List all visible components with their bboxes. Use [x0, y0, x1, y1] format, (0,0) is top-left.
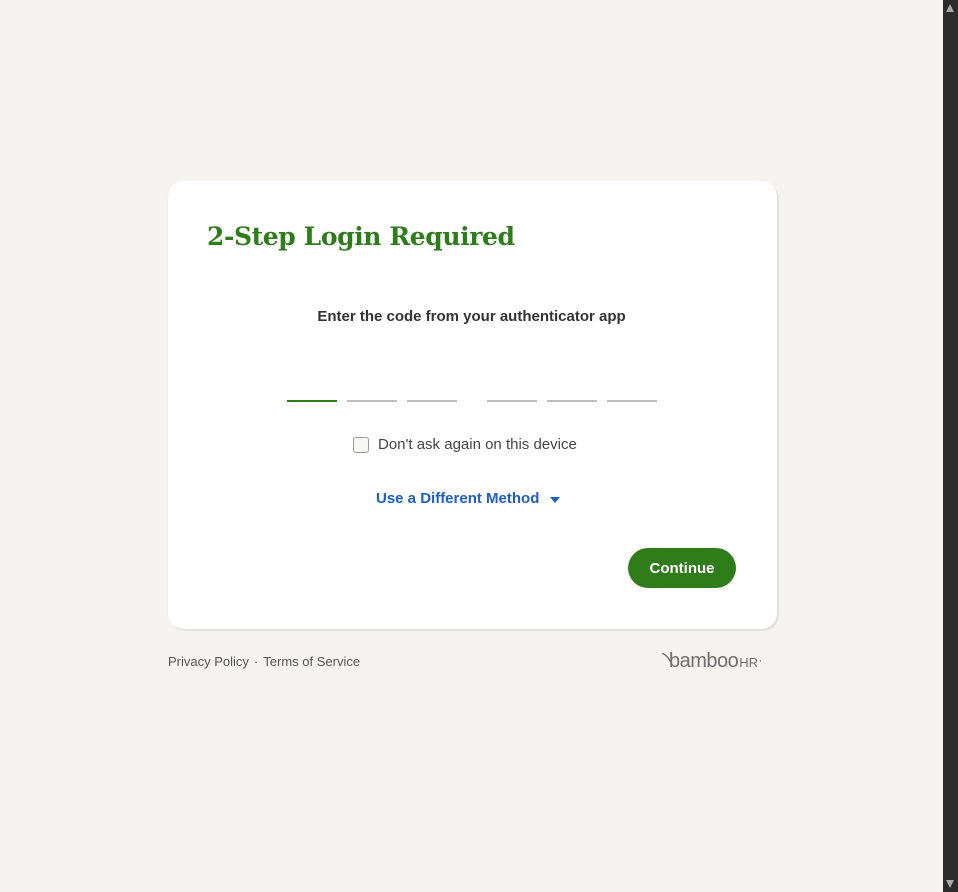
privacy-policy-link[interactable]: Privacy Policy [168, 654, 249, 669]
remember-device-checkbox[interactable] [353, 437, 369, 453]
code-group-first [287, 378, 457, 402]
logo-trademark: ’ [759, 659, 762, 670]
remember-device-label[interactable]: Don't ask again on this device [378, 435, 577, 455]
code-digit-1[interactable] [287, 378, 337, 402]
code-digit-6[interactable] [607, 378, 657, 402]
code-digit-5[interactable] [547, 378, 597, 402]
continue-button[interactable]: Continue [628, 548, 736, 588]
terms-of-service-link[interactable]: Terms of Service [263, 654, 360, 669]
login-card: 2-Step Login Required Enter the code fro… [168, 181, 777, 629]
logo-wordmark: bamboo [669, 650, 739, 672]
bamboohr-logo: bamboo HR ’ [661, 650, 761, 672]
code-group-second [487, 378, 657, 402]
bamboo-leaf-icon [662, 653, 672, 662]
scroll-down-icon[interactable] [946, 880, 954, 888]
page-title: 2-Step Login Required [207, 222, 515, 251]
remember-device-option[interactable]: Don't ask again on this device [353, 435, 577, 455]
caret-down-icon[interactable] [550, 497, 561, 503]
page-scrollbar[interactable] [943, 0, 958, 892]
footer-links: Privacy Policy · Terms of Service [168, 653, 360, 671]
code-digit-2[interactable] [347, 378, 397, 402]
footer-separator: · [253, 654, 259, 669]
code-digit-4[interactable] [487, 378, 537, 402]
different-method-label[interactable]: Use a Different Method [376, 489, 539, 509]
logo-hr-text: HR [739, 655, 759, 670]
instruction-text: Enter the code from your authenticator a… [317, 308, 626, 325]
scroll-up-icon[interactable] [946, 4, 954, 12]
different-method-link[interactable]: Use a Different Method [376, 489, 561, 509]
code-digit-3[interactable] [407, 378, 457, 402]
